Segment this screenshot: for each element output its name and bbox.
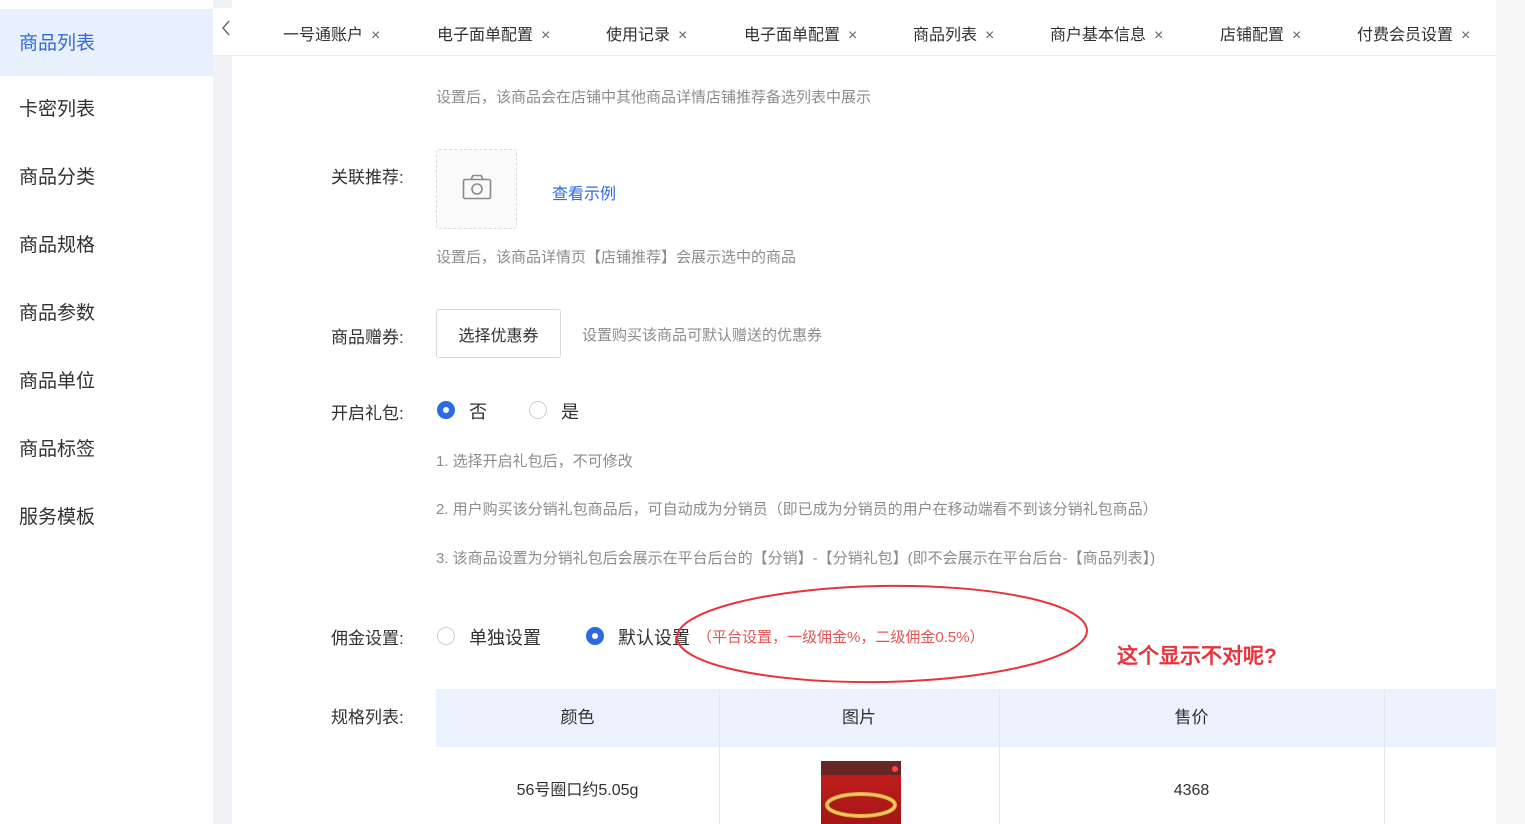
tab-label: 店铺配置 <box>1220 27 1285 44</box>
cell-color: 56号圈口约5.05g <box>516 782 639 799</box>
tab-bar: 一号通账户 × 电子面单配置 × 使用记录 × 电子面单配置 × 商品列表 × 商户基本信… <box>213 8 1496 56</box>
tab-item[interactable]: 店铺配置 × <box>1220 21 1301 45</box>
gift-note-1: 1. 选择开启礼包后，不可修改 <box>436 453 633 470</box>
gift-no-label[interactable]: 否 <box>469 398 487 424</box>
commission-label: 佣金设置: <box>331 629 404 648</box>
tab-item[interactable]: 付费会员设置 × <box>1357 21 1470 45</box>
tab-label: 付费会员设置 <box>1357 27 1454 44</box>
tab-item[interactable]: 商户基本信息 × <box>1050 21 1163 45</box>
sidebar-item-product-list[interactable]: 商品列表 <box>0 9 213 76</box>
close-icon[interactable]: × <box>371 27 380 44</box>
close-icon[interactable]: × <box>985 27 994 44</box>
gift-yes-label[interactable]: 是 <box>561 398 579 424</box>
column-header-color: 颜色 <box>560 708 595 727</box>
tab-item[interactable]: 电子面单配置 × <box>437 21 550 45</box>
sidebar-item-product-params[interactable]: 商品参数 <box>0 280 213 348</box>
tab-item[interactable]: 使用记录 × <box>606 21 687 45</box>
chevron-left-icon[interactable] <box>219 18 233 38</box>
spec-table: 颜色 图片 售价 56号圈口约5.05g 4368 <box>436 689 1496 824</box>
gift-yes-radio[interactable] <box>529 401 547 419</box>
recommend-list-hint: 设置后，该商品会在店铺中其他商品详情店铺推荐备选列表中展示 <box>436 89 872 106</box>
tab-label: 商品列表 <box>913 27 978 44</box>
close-icon[interactable]: × <box>541 27 550 44</box>
camera-icon <box>462 174 492 205</box>
annotation-ellipse <box>676 584 1088 684</box>
related-recommend-label: 关联推荐: <box>331 168 404 187</box>
column-divider <box>1384 689 1385 824</box>
tab-label: 一号通账户 <box>283 27 364 44</box>
column-divider <box>719 689 720 824</box>
coupon-hint: 设置购买该商品可默认赠送的优惠券 <box>582 327 823 344</box>
product-thumbnail[interactable] <box>821 761 901 824</box>
commission-default-radio[interactable] <box>586 627 604 645</box>
column-header-image: 图片 <box>842 708 876 727</box>
gift-pack-label: 开启礼包: <box>331 404 404 423</box>
close-icon[interactable]: × <box>1154 27 1163 44</box>
gift-note-2: 2. 用户购买该分销礼包商品后，可自动成为分销员（即已成为分销员的用户在移动端看… <box>436 501 1158 518</box>
close-icon[interactable]: × <box>1292 27 1301 44</box>
related-recommend-hint: 设置后，该商品详情页【店铺推荐】会展示选中的商品 <box>436 249 797 266</box>
tab-label: 使用记录 <box>606 27 671 44</box>
sidebar-item-product-tags[interactable]: 商品标签 <box>0 416 213 484</box>
column-header-price: 售价 <box>1174 708 1209 727</box>
spec-list-label: 规格列表: <box>331 708 404 727</box>
tab-label: 商户基本信息 <box>1050 27 1147 44</box>
sidebar-item-card-list[interactable]: 卡密列表 <box>0 76 213 144</box>
tab-item[interactable]: 电子面单配置 × <box>744 21 857 45</box>
close-icon[interactable]: × <box>848 27 857 44</box>
commission-custom-label[interactable]: 单独设置 <box>469 624 541 650</box>
sidebar-item-product-unit[interactable]: 商品单位 <box>0 348 213 416</box>
cell-price: 4368 <box>1173 782 1210 799</box>
select-coupon-button[interactable]: 选择优惠券 <box>436 309 561 358</box>
close-icon[interactable]: × <box>1461 27 1470 44</box>
tab-label: 电子面单配置 <box>744 27 841 44</box>
tab-item[interactable]: 商品列表 × <box>913 21 994 45</box>
sidebar-item-product-category[interactable]: 商品分类 <box>0 144 213 212</box>
gift-no-radio[interactable] <box>437 401 455 419</box>
coupon-label: 商品赠券: <box>331 328 404 347</box>
tab-item[interactable]: 一号通账户 × <box>283 21 380 45</box>
sidebar-item-product-spec[interactable]: 商品规格 <box>0 212 213 280</box>
tab-label: 电子面单配置 <box>437 27 534 44</box>
commission-custom-radio[interactable] <box>437 627 455 645</box>
annotation-text: 这个显示不对呢? <box>1117 645 1277 668</box>
close-icon[interactable]: × <box>678 27 687 44</box>
sidebar-item-service-template[interactable]: 服务模板 <box>0 484 213 552</box>
gift-note-3: 3. 该商品设置为分销礼包后会展示在平台后台的【分销】-【分销礼包】(即不会展示… <box>436 550 1156 567</box>
related-product-upload[interactable] <box>436 149 517 229</box>
right-scroll-strip <box>1496 0 1525 824</box>
sidebar: 商品列表 卡密列表 商品分类 商品规格 商品参数 商品单位 商品标签 服务模板 <box>0 0 213 824</box>
view-example-link[interactable]: 查看示例 <box>552 180 616 204</box>
